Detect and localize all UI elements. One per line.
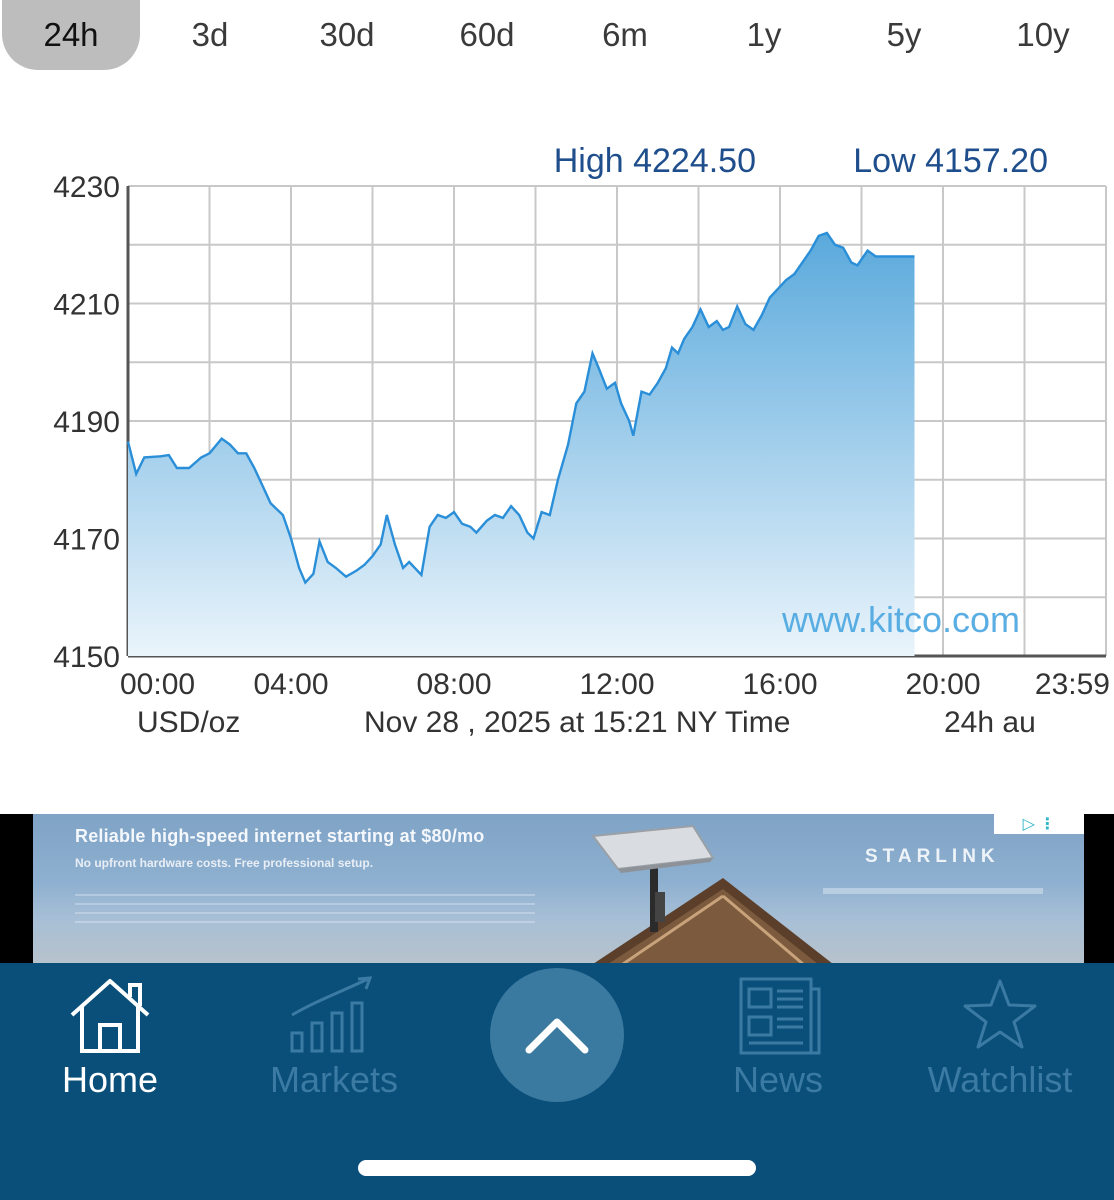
nav-item-home[interactable]: Home <box>0 971 220 1111</box>
star-icon <box>963 979 1037 1049</box>
price-area <box>128 233 915 656</box>
bottom-navigation: Home Markets News Watchlist <box>0 963 1114 1200</box>
chart-svg: 4150 4170 4190 4210 4230 00:00 04:00 08:00 12:0… <box>53 142 1110 739</box>
x-tick-label: 04:00 <box>253 668 328 701</box>
ad-choices-icon[interactable]: ▷ ⋮ <box>994 814 1084 834</box>
x-axis-labels: 00:00 04:00 08:00 12:00 16:00 20:00 23:59 <box>120 668 1110 701</box>
ad-fineprint <box>75 894 535 930</box>
nav-item-markets[interactable]: Markets <box>224 971 444 1111</box>
nav-item-watchlist[interactable]: Watchlist <box>890 971 1110 1111</box>
tab-3d[interactable]: 3d <box>141 0 279 70</box>
tab-5y[interactable]: 5y <box>835 0 973 70</box>
y-tick-label: 4190 <box>53 406 120 439</box>
y-tick-label: 4210 <box>53 289 120 322</box>
y-tick-label: 4170 <box>53 524 120 557</box>
tab-60d[interactable]: 60d <box>418 0 556 70</box>
chevron-up-icon <box>525 1018 589 1054</box>
x-tick-label: 23:59 <box>1035 668 1110 701</box>
x-tick-label: 12:00 <box>579 668 654 701</box>
nav-label-watchlist: Watchlist <box>927 1059 1073 1100</box>
ad-content[interactable]: Reliable high-speed internet starting at… <box>33 814 1084 964</box>
scroll-up-button[interactable] <box>490 968 624 1102</box>
nav-label-home: Home <box>61 1059 159 1100</box>
y-tick-label: 4150 <box>53 641 120 674</box>
ad-brand-logo: STARLINK <box>865 846 1000 867</box>
nav-label-news: News <box>732 1059 824 1100</box>
range-tabs: 24h 3d 30d 60d 6m 1y 5y 10y <box>0 0 1114 72</box>
newspaper-icon <box>739 977 821 1055</box>
y-axis-labels: 4150 4170 4190 4210 4230 <box>53 171 120 674</box>
tab-10y[interactable]: 10y <box>974 0 1112 70</box>
y-tick-label: 4230 <box>53 171 120 204</box>
x-tick-label: 00:00 <box>120 668 195 701</box>
timestamp-label: Nov 28 , 2025 at 15:21 NY Time <box>364 706 790 739</box>
unit-label: USD/oz <box>137 706 240 739</box>
nav-label-markets: Markets <box>269 1059 399 1100</box>
price-chart: 4150 4170 4190 4210 4230 00:00 04:00 08:00 12:0… <box>0 120 1114 760</box>
chart-bars-icon <box>290 976 373 1053</box>
low-label: Low 4157.20 <box>853 142 1048 180</box>
x-tick-label: 20:00 <box>905 668 980 701</box>
tab-24h[interactable]: 24h <box>2 0 140 70</box>
ad-brand-subtext <box>823 888 1043 894</box>
nav-item-news[interactable]: News <box>668 971 888 1111</box>
tab-6m[interactable]: 6m <box>556 0 694 70</box>
watermark-text: www.kitco.com <box>781 599 1020 640</box>
house-icon <box>70 979 150 1053</box>
ad-banner[interactable]: Reliable high-speed internet starting at… <box>0 814 1114 964</box>
range-label: 24h au <box>944 706 1036 739</box>
tab-1y[interactable]: 1y <box>695 0 833 70</box>
ad-headline: Reliable high-speed internet starting at… <box>75 826 485 846</box>
ad-subline: No upfront hardware costs. Free professi… <box>75 856 374 870</box>
x-tick-label: 16:00 <box>742 668 817 701</box>
tab-30d[interactable]: 30d <box>278 0 416 70</box>
x-tick-label: 08:00 <box>416 668 491 701</box>
high-label: High 4224.50 <box>554 142 756 180</box>
home-indicator[interactable] <box>358 1160 756 1176</box>
